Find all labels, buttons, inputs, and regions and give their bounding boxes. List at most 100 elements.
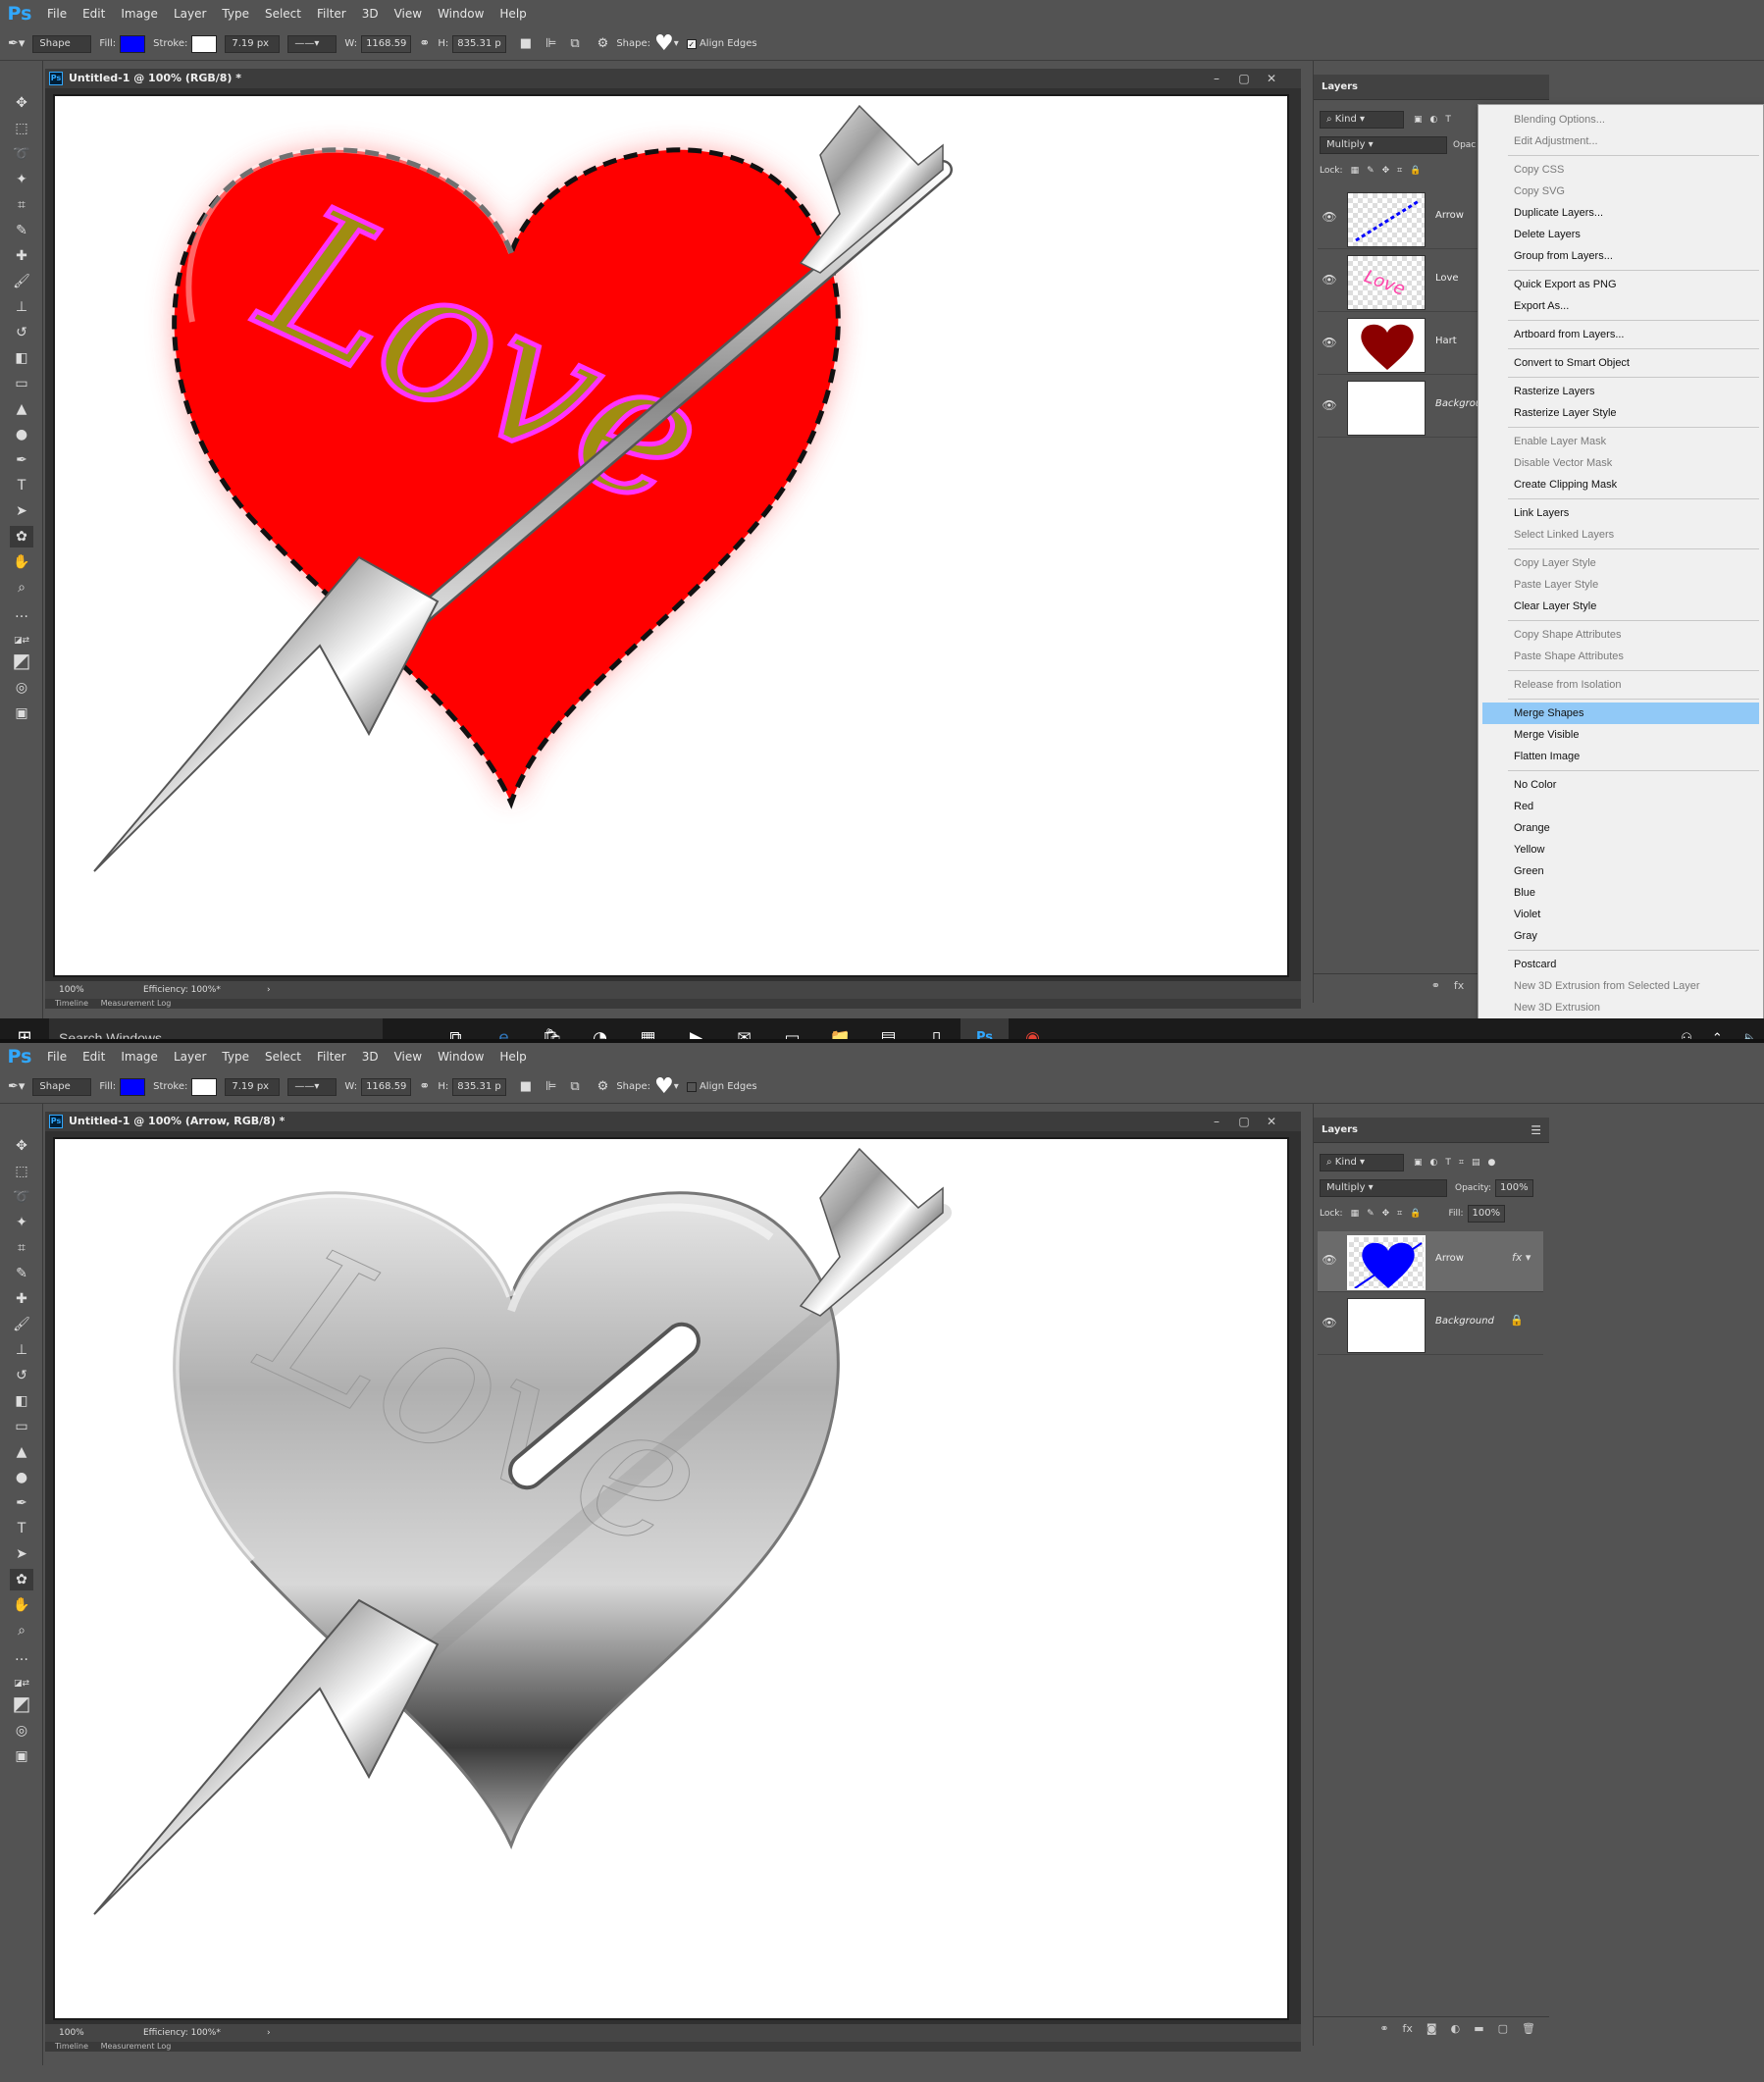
menu-image[interactable]: Image [113,1043,166,1070]
filter-pixel-icon[interactable]: ▣ [1414,1158,1423,1168]
move-tool-icon[interactable]: ✥ [10,92,33,114]
adjustment-layer-icon[interactable]: ◐ [1451,2022,1461,2035]
tab-timeline[interactable]: Timeline [55,2042,88,2051]
add-mask-icon[interactable]: ◙ [1427,2022,1437,2035]
menu-select[interactable]: Select [257,1043,309,1070]
context-menu-item-link-layers[interactable]: Link Layers [1479,502,1763,524]
lock-position-icon[interactable]: ✥ [1382,1209,1390,1219]
context-menu-item-rasterize-layers[interactable]: Rasterize Layers [1479,381,1763,402]
windows-start-icon[interactable]: ⊞ [0,1018,49,1039]
visibility-eye-icon[interactable]: 👁 [1322,273,1337,288]
volume-icon[interactable]: 🔈 [1742,1031,1758,1040]
context-menu-item-artboard-from-layers[interactable]: Artboard from Layers... [1479,324,1763,345]
path-alignment-icon[interactable]: ⊫ [545,36,556,51]
brush-tool-icon[interactable]: 🖌 [10,271,33,292]
move-tool-icon[interactable]: ✥ [10,1135,33,1157]
history-brush-icon[interactable]: ↺ [10,1365,33,1386]
link-icon[interactable]: ⚭ [419,1079,430,1094]
menu-type[interactable]: Type [214,0,257,27]
lock-position-icon[interactable]: ✥ [1382,166,1390,176]
zoom-level[interactable]: 100% [59,981,84,999]
store-icon[interactable]: 🛍 [528,1018,576,1039]
pen-tool-icon[interactable]: ✒ [10,1492,33,1514]
menu-layer[interactable]: Layer [166,0,214,27]
fx-icon[interactable]: fx [1403,2022,1413,2035]
visibility-eye-icon[interactable]: 👁 [1322,336,1337,351]
menu-file[interactable]: File [39,1043,75,1070]
context-menu-item-red[interactable]: Red [1479,796,1763,817]
path-selection-icon[interactable]: ➤ [10,1543,33,1565]
fill-swatch[interactable] [120,1077,146,1096]
panel-menu-icon[interactable]: ☰ [1531,1123,1541,1137]
more-tools-icon[interactable]: … [10,602,33,624]
menu-type[interactable]: Type [214,1043,257,1070]
layers-panel-title[interactable]: Layers [1322,75,1358,100]
type-tool-icon[interactable]: T [10,1518,33,1539]
custom-shape-tool-icon[interactable]: ✿ [10,1569,33,1590]
path-selection-icon[interactable]: ➤ [10,500,33,522]
menu-view[interactable]: View [387,1043,430,1070]
media-icon[interactable]: ▶ [672,1018,720,1039]
align-edges-checkbox[interactable]: ✓ Align Edges [686,38,757,49]
context-menu-item-yellow[interactable]: Yellow [1479,839,1763,860]
menu-filter[interactable]: Filter [309,0,354,27]
menu-layer[interactable]: Layer [166,1043,214,1070]
crop-tool-icon[interactable]: ⌗ [10,1237,33,1259]
visibility-eye-icon[interactable]: 👁 [1322,1253,1337,1269]
layer-name[interactable]: Love [1435,273,1459,284]
context-menu-item-gray[interactable]: Gray [1479,925,1763,947]
path-arrangement-icon[interactable]: ⧉ [570,36,579,51]
gear-icon[interactable]: ⚙ [597,1079,609,1094]
menu-edit[interactable]: Edit [75,0,113,27]
shape-mode-select[interactable]: Shape [32,1077,92,1096]
menu-select[interactable]: Select [257,0,309,27]
gradient-tool-icon[interactable]: ▭ [10,1416,33,1437]
menu-view[interactable]: View [387,0,430,27]
opacity-field[interactable]: 100% [1495,1179,1533,1197]
layer-name[interactable]: Arrow [1435,1253,1464,1264]
eyedropper-tool-icon[interactable]: ✎ [10,220,33,241]
edge-icon[interactable]: e [480,1018,528,1039]
context-menu-item-green[interactable]: Green [1479,860,1763,882]
more-tools-icon[interactable]: … [10,1645,33,1667]
menu-3d[interactable]: 3D [354,1043,387,1070]
healing-tool-icon[interactable]: ✚ [10,245,33,267]
lock-pixels-icon[interactable]: ▦ [1351,166,1360,176]
zoom-tool-icon[interactable]: ⌕ [10,577,33,599]
context-menu-item-violet[interactable]: Violet [1479,904,1763,925]
context-menu-item-postcard[interactable]: Postcard [1479,954,1763,975]
task-view-icon[interactable]: ⧉ [432,1018,480,1039]
blur-tool-icon[interactable]: ▲ [10,398,33,420]
tray-chevron-icon[interactable]: ⌃ [1712,1031,1723,1040]
shape-picker[interactable]: ♥ ▾ [654,1074,679,1099]
menu-window[interactable]: Window [430,0,492,27]
fx-icon[interactable]: fx [1454,979,1464,992]
menu-filter[interactable]: Filter [309,1043,354,1070]
crop-tool-icon[interactable]: ⌗ [10,194,33,216]
context-menu-item-create-clipping-mask[interactable]: Create Clipping Mask [1479,474,1763,495]
history-brush-icon[interactable]: ↺ [10,322,33,343]
fill-field[interactable]: 100% [1467,1205,1506,1223]
document-tab[interactable]: Ps Untitled-1 @ 100% (Arrow, RGB/8) * [45,1112,1301,1131]
marquee-tool-icon[interactable]: ⬚ [10,1161,33,1182]
marquee-tool-icon[interactable]: ⬚ [10,118,33,139]
quick-mask-icon[interactable]: ◎ [10,677,33,699]
stamp-tool-icon[interactable]: ⊥ [10,1339,33,1361]
path-alignment-icon[interactable]: ⊫ [545,1079,556,1094]
filter-toggle-icon[interactable]: ● [1487,1158,1495,1168]
height-field[interactable]: 835.31 p [452,34,506,53]
photoshop-taskbar-icon[interactable]: Ps [960,1018,1009,1039]
height-field[interactable]: 835.31 p [452,1077,506,1096]
new-group-icon[interactable]: ▬ [1474,2022,1483,2035]
hand-tool-icon[interactable]: ✋ [10,551,33,573]
filter-kind-select[interactable]: ⌕ Kind ▾ [1320,1154,1404,1171]
tab-timeline[interactable]: Timeline [55,999,88,1008]
lock-artboard-icon[interactable]: ⌗ [1397,1209,1402,1219]
close-icon[interactable]: ✕ [1260,69,1283,88]
context-menu-item-merge-visible[interactable]: Merge Visible [1479,724,1763,746]
context-menu-item-blue[interactable]: Blue [1479,882,1763,904]
align-edges-checkbox[interactable]: Align Edges [686,1081,757,1092]
lock-paint-icon[interactable]: ✎ [1367,166,1375,176]
gradient-tool-icon[interactable]: ▭ [10,373,33,394]
context-menu-item-group-from-layers[interactable]: Group from Layers... [1479,245,1763,267]
